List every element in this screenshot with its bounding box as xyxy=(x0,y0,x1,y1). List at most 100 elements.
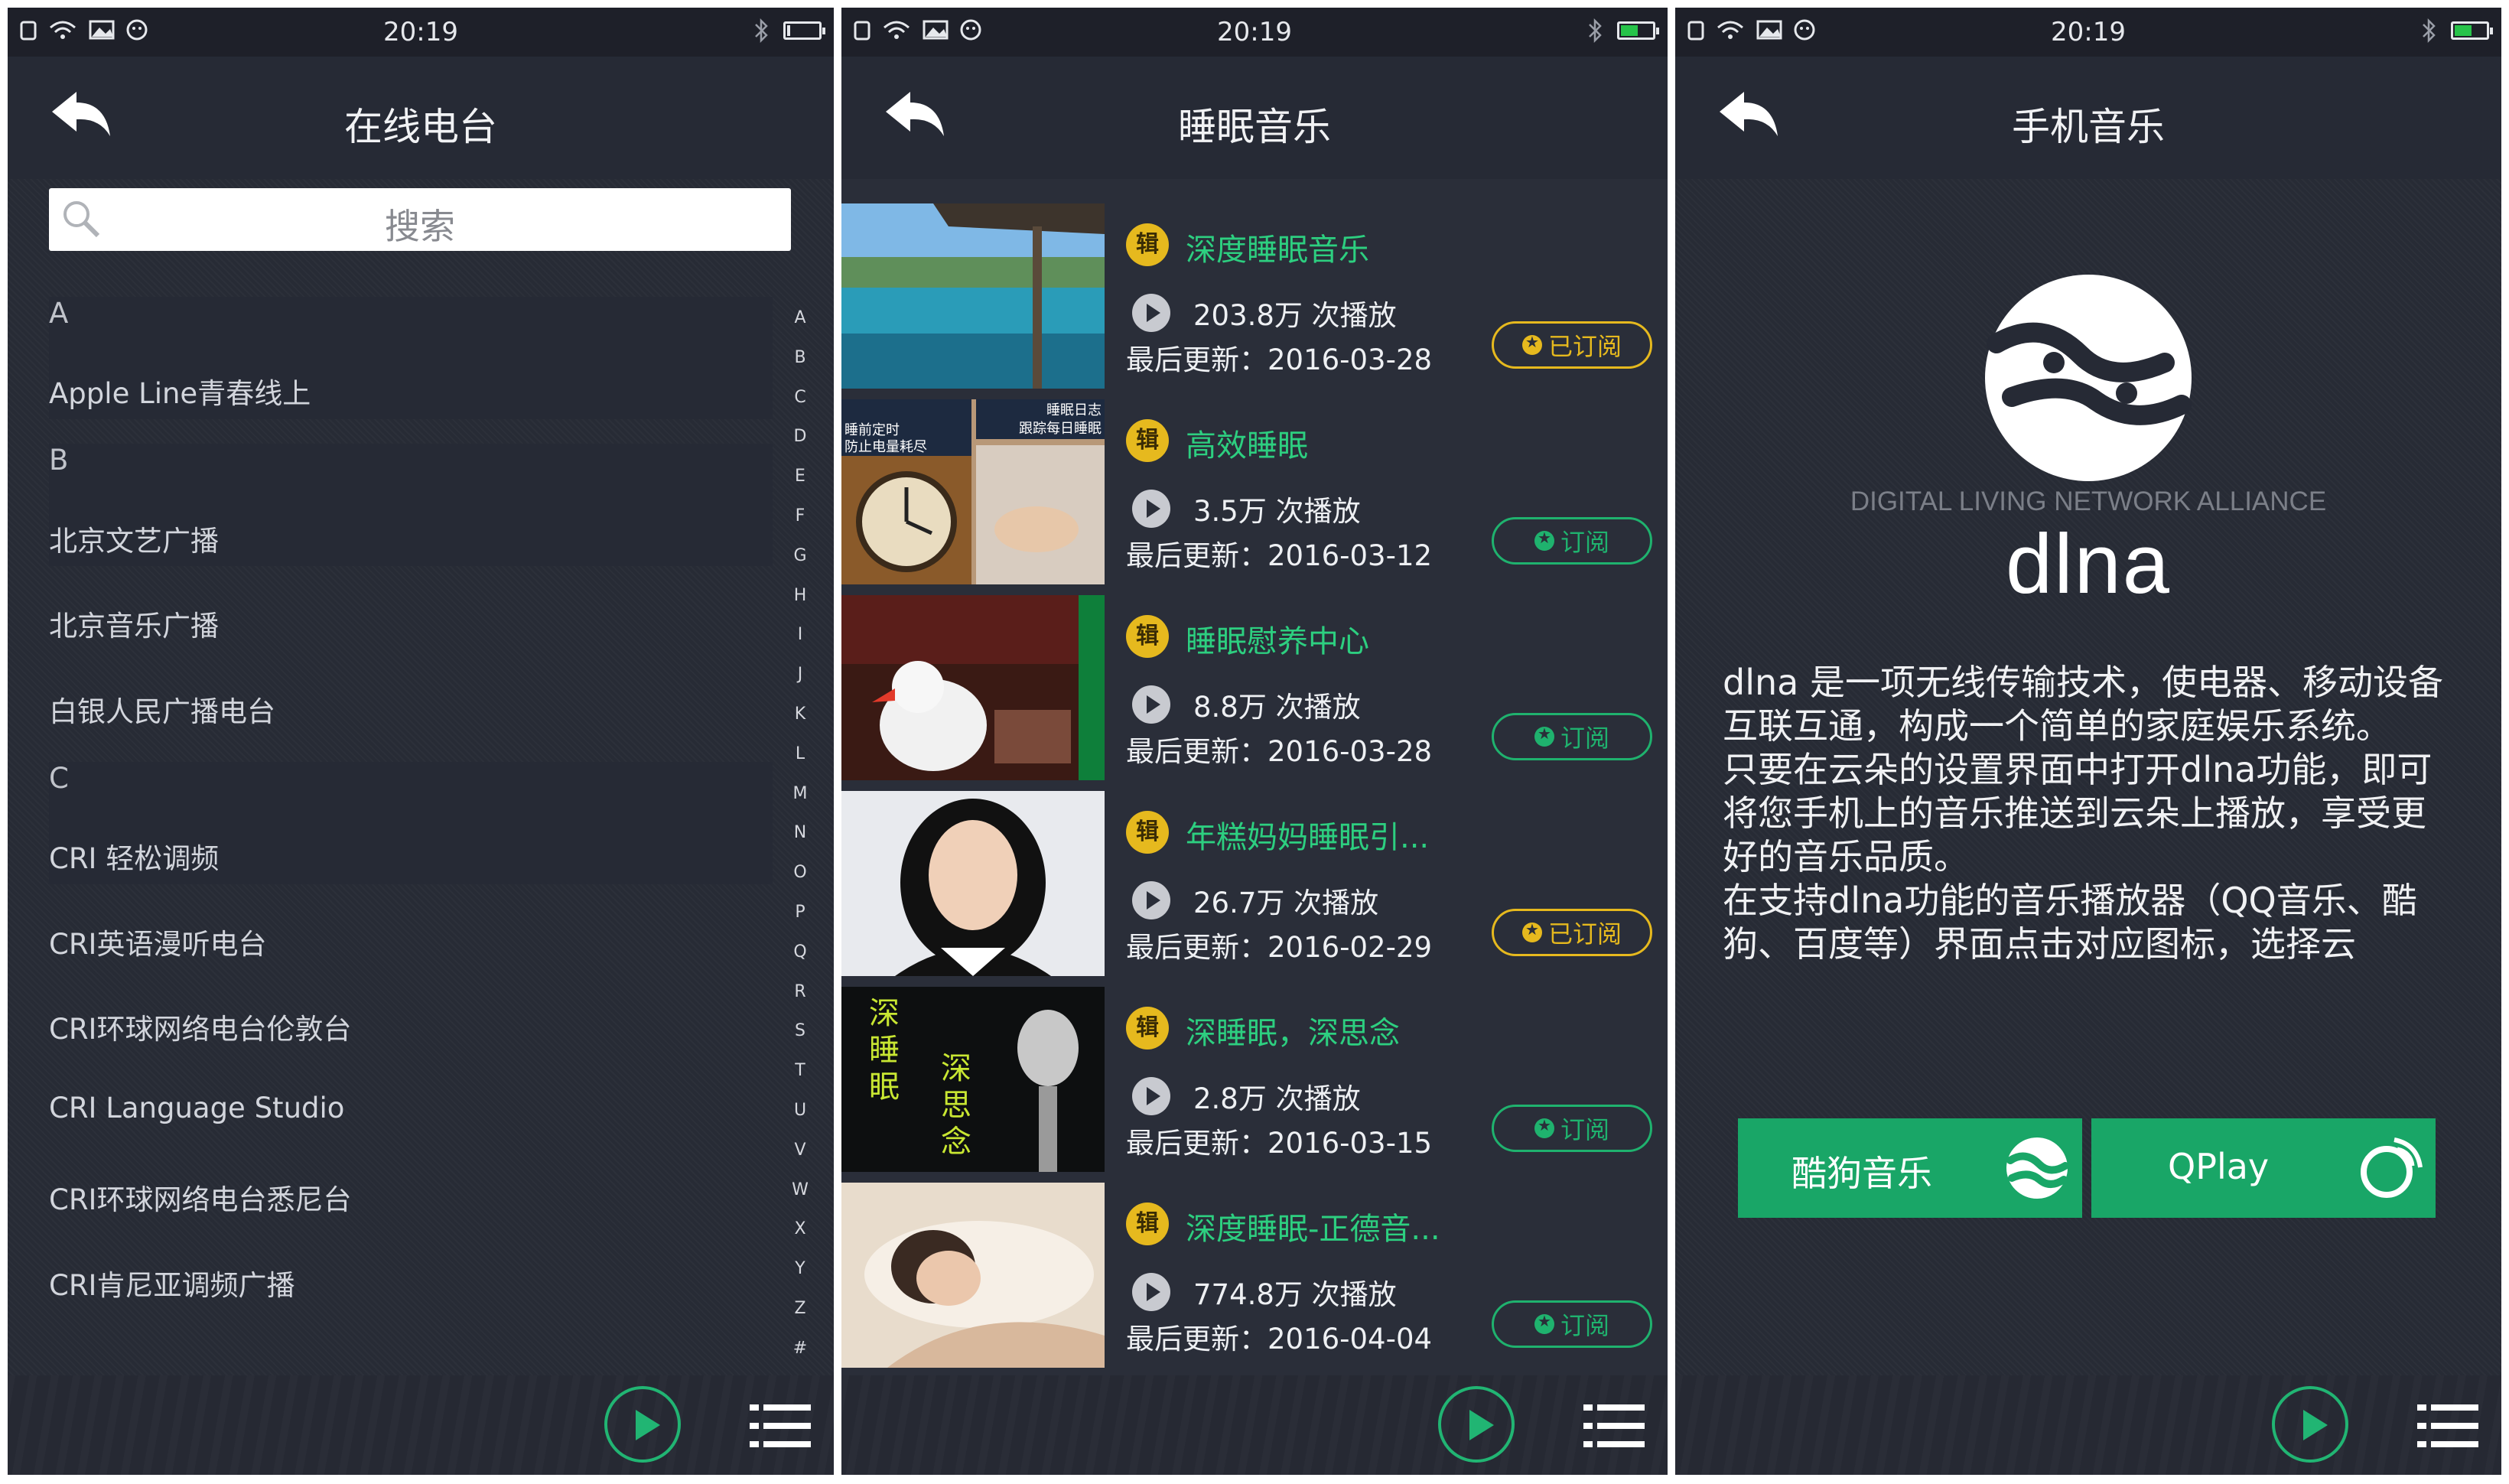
alphabet-letter[interactable]: P xyxy=(786,893,814,932)
search-placeholder: 搜索 xyxy=(385,206,455,247)
subscribe-button[interactable]: 订阅 xyxy=(1492,1300,1652,1348)
alphabet-letter[interactable]: G xyxy=(786,536,814,576)
play-button[interactable] xyxy=(604,1386,681,1463)
subscribe-button[interactable]: 订阅 xyxy=(1492,713,1652,760)
album-list[interactable]: 辑 深度睡眠音乐 203.8万 次播放 最后更新：2016-03-28 已订阅 … xyxy=(841,203,1668,1375)
thumb-caption: 念 xyxy=(941,1124,971,1160)
station-item[interactable]: CRI环球网络电台伦敦台 xyxy=(49,1006,351,1047)
album-cover: 深 睡 眠 深 思 念 xyxy=(841,987,1105,1172)
station-item[interactable]: 北京文艺广播 xyxy=(49,518,219,559)
alphabet-letter[interactable]: K xyxy=(786,695,814,734)
album-title[interactable]: 深度睡眠-正德音... xyxy=(1186,1204,1645,1248)
album-title[interactable]: 睡眠慰养中心 xyxy=(1186,617,1645,661)
dlna-description: dlna 是一项无线传输技术，使电器、移动设备互联互通，构成一个简单的家庭娱乐系… xyxy=(1723,661,2457,966)
kugou-icon xyxy=(2006,1137,2069,1199)
alphabet-letter[interactable]: O xyxy=(786,853,814,893)
playlist-icon[interactable] xyxy=(1583,1403,1645,1449)
alphabet-letter[interactable]: H xyxy=(786,576,814,616)
star-icon xyxy=(1521,920,1542,942)
alphabet-letter[interactable]: U xyxy=(786,1091,814,1131)
alphabet-letter[interactable]: Y xyxy=(786,1249,814,1289)
sleep-music-screen: 20:19 睡眠音乐 辑 深度睡眠音乐 203.8万 次播放 最后更新：2016… xyxy=(841,8,1668,1475)
play-count: 26.7万 次播放 xyxy=(1193,887,1379,919)
station-item[interactable]: 白银人民广播电台 xyxy=(49,688,275,730)
player-bar xyxy=(8,1375,834,1475)
alphabet-letter[interactable]: L xyxy=(786,734,814,774)
play-count-icon xyxy=(1132,1077,1170,1115)
qplay-button[interactable]: QPlay xyxy=(2091,1118,2436,1218)
subscribe-button[interactable]: 已订阅 xyxy=(1492,321,1652,369)
alphabet-letter[interactable]: M xyxy=(786,774,814,814)
station-item[interactable]: CRI Language Studio xyxy=(49,1092,344,1124)
alphabet-letter[interactable]: R xyxy=(786,972,814,1012)
album-title[interactable]: 高效睡眠 xyxy=(1186,421,1645,465)
thumb-caption: 思 xyxy=(941,1088,971,1123)
phone-music-screen: 20:19 手机音乐 DIGITAL LIVING NETWORK ALLIAN… xyxy=(1675,8,2501,1475)
alphabet-letter[interactable]: E xyxy=(786,457,814,496)
alphabet-letter[interactable]: Z xyxy=(786,1289,814,1329)
station-item[interactable]: CRI英语漫听电台 xyxy=(49,921,266,962)
alphabet-index[interactable]: A B C D E F G H I J K L M N O P Q R S T U V W X Y Z # xyxy=(786,298,814,1368)
alphabet-letter[interactable]: B xyxy=(786,338,814,378)
station-item[interactable]: CRI 轻松调频 xyxy=(49,835,219,877)
play-count: 3.5万 次播放 xyxy=(1193,495,1361,528)
album-item[interactable]: 睡眠日志 跟踪每日睡眠 睡前定时 防止电量耗尽 辑 高效睡眠 3.5万 次播放 … xyxy=(841,399,1668,584)
album-item[interactable]: 辑 深度睡眠-正德音... 774.8万 次播放 最后更新：2016-04-04… xyxy=(841,1183,1668,1368)
album-cover xyxy=(841,1183,1105,1368)
alphabet-letter[interactable]: F xyxy=(786,496,814,536)
alphabet-letter[interactable]: X xyxy=(786,1209,814,1249)
alphabet-letter[interactable]: J xyxy=(786,655,814,695)
player-bar xyxy=(1675,1375,2501,1475)
status-time: 20:19 xyxy=(2051,17,2126,47)
alphabet-letter[interactable]: V xyxy=(786,1131,814,1170)
alphabet-letter[interactable]: C xyxy=(786,378,814,418)
top-header: 手机音乐 xyxy=(1675,57,2501,179)
play-button[interactable] xyxy=(1438,1386,1515,1463)
album-title[interactable]: 年糕妈妈睡眠引... xyxy=(1186,812,1645,857)
station-item[interactable]: Apple Line青春线上 xyxy=(49,370,311,412)
player-bar xyxy=(841,1375,1668,1475)
last-updated: 最后更新：2016-03-15 xyxy=(1126,1127,1433,1160)
alphabet-letter[interactable]: I xyxy=(786,615,814,655)
status-time: 20:19 xyxy=(1217,17,1292,47)
search-input[interactable]: 搜索 xyxy=(49,188,791,251)
last-updated: 最后更新：2016-02-29 xyxy=(1126,931,1433,964)
subscribe-button[interactable]: 订阅 xyxy=(1492,517,1652,565)
top-header: 睡眠音乐 xyxy=(841,57,1668,179)
qplay-icon xyxy=(2361,1137,2423,1198)
station-list[interactable]: A Apple Line青春线上 B 北京文艺广播 北京音乐广播 白银人民广播电… xyxy=(8,260,773,1354)
play-button[interactable] xyxy=(2272,1386,2348,1463)
station-item[interactable]: CRI肯尼亚调频广播 xyxy=(49,1262,295,1303)
alphabet-letter[interactable]: N xyxy=(786,813,814,853)
dlna-info: DIGITAL LIVING NETWORK ALLIANCE dlna dln… xyxy=(1675,179,2501,1375)
playlist-icon[interactable] xyxy=(750,1403,811,1449)
thumb-caption: 眠 xyxy=(869,1069,900,1105)
playlist-icon[interactable] xyxy=(2417,1403,2478,1449)
album-item[interactable]: 辑 深度睡眠音乐 203.8万 次播放 最后更新：2016-03-28 已订阅 xyxy=(841,203,1668,389)
kugou-music-button[interactable]: 酷狗音乐 xyxy=(1738,1118,2082,1218)
alphabet-letter[interactable]: A xyxy=(786,298,814,338)
thumb-caption: 睡眠日志 xyxy=(1046,402,1102,418)
alphabet-letter[interactable]: Q xyxy=(786,932,814,972)
alphabet-letter[interactable]: T xyxy=(786,1051,814,1091)
desc-paragraph: dlna 是一项无线传输技术，使电器、移动设备互联互通，构成一个简单的家庭娱乐系… xyxy=(1723,662,2443,747)
subscribe-button[interactable]: 已订阅 xyxy=(1492,909,1652,956)
thumb-caption: 睡前定时 xyxy=(844,422,900,438)
album-item[interactable]: 辑 睡眠慰养中心 8.8万 次播放 最后更新：2016-03-28 订阅 xyxy=(841,595,1668,780)
page-title: 在线电台 xyxy=(344,105,497,149)
station-item[interactable]: CRI环球网络电台悉尼台 xyxy=(49,1176,351,1218)
play-count-icon xyxy=(1132,685,1170,724)
desc-paragraph: 只要在云朵的设置界面中打开dlna功能，即可将您手机上的音乐推送到云朵上播放，享… xyxy=(1723,749,2433,877)
album-title[interactable]: 深度睡眠音乐 xyxy=(1186,225,1645,269)
album-title[interactable]: 深睡眠，深思念 xyxy=(1186,1008,1645,1053)
alphabet-letter[interactable]: D xyxy=(786,417,814,457)
album-item[interactable]: 辑 年糕妈妈睡眠引... 26.7万 次播放 最后更新：2016-02-29 已… xyxy=(841,791,1668,976)
alphabet-letter[interactable]: # xyxy=(786,1329,814,1368)
thumb-caption: 防止电量耗尽 xyxy=(844,439,927,455)
station-item[interactable]: 北京音乐广播 xyxy=(49,603,219,644)
thumb-caption: 深 xyxy=(869,996,900,1031)
alphabet-letter[interactable]: S xyxy=(786,1011,814,1051)
alphabet-letter[interactable]: W xyxy=(786,1170,814,1210)
subscribe-button[interactable]: 订阅 xyxy=(1492,1105,1652,1152)
album-item[interactable]: 深 睡 眠 深 思 念 辑 深睡眠，深思念 2.8万 次播放 最后更新：2016… xyxy=(841,987,1668,1172)
